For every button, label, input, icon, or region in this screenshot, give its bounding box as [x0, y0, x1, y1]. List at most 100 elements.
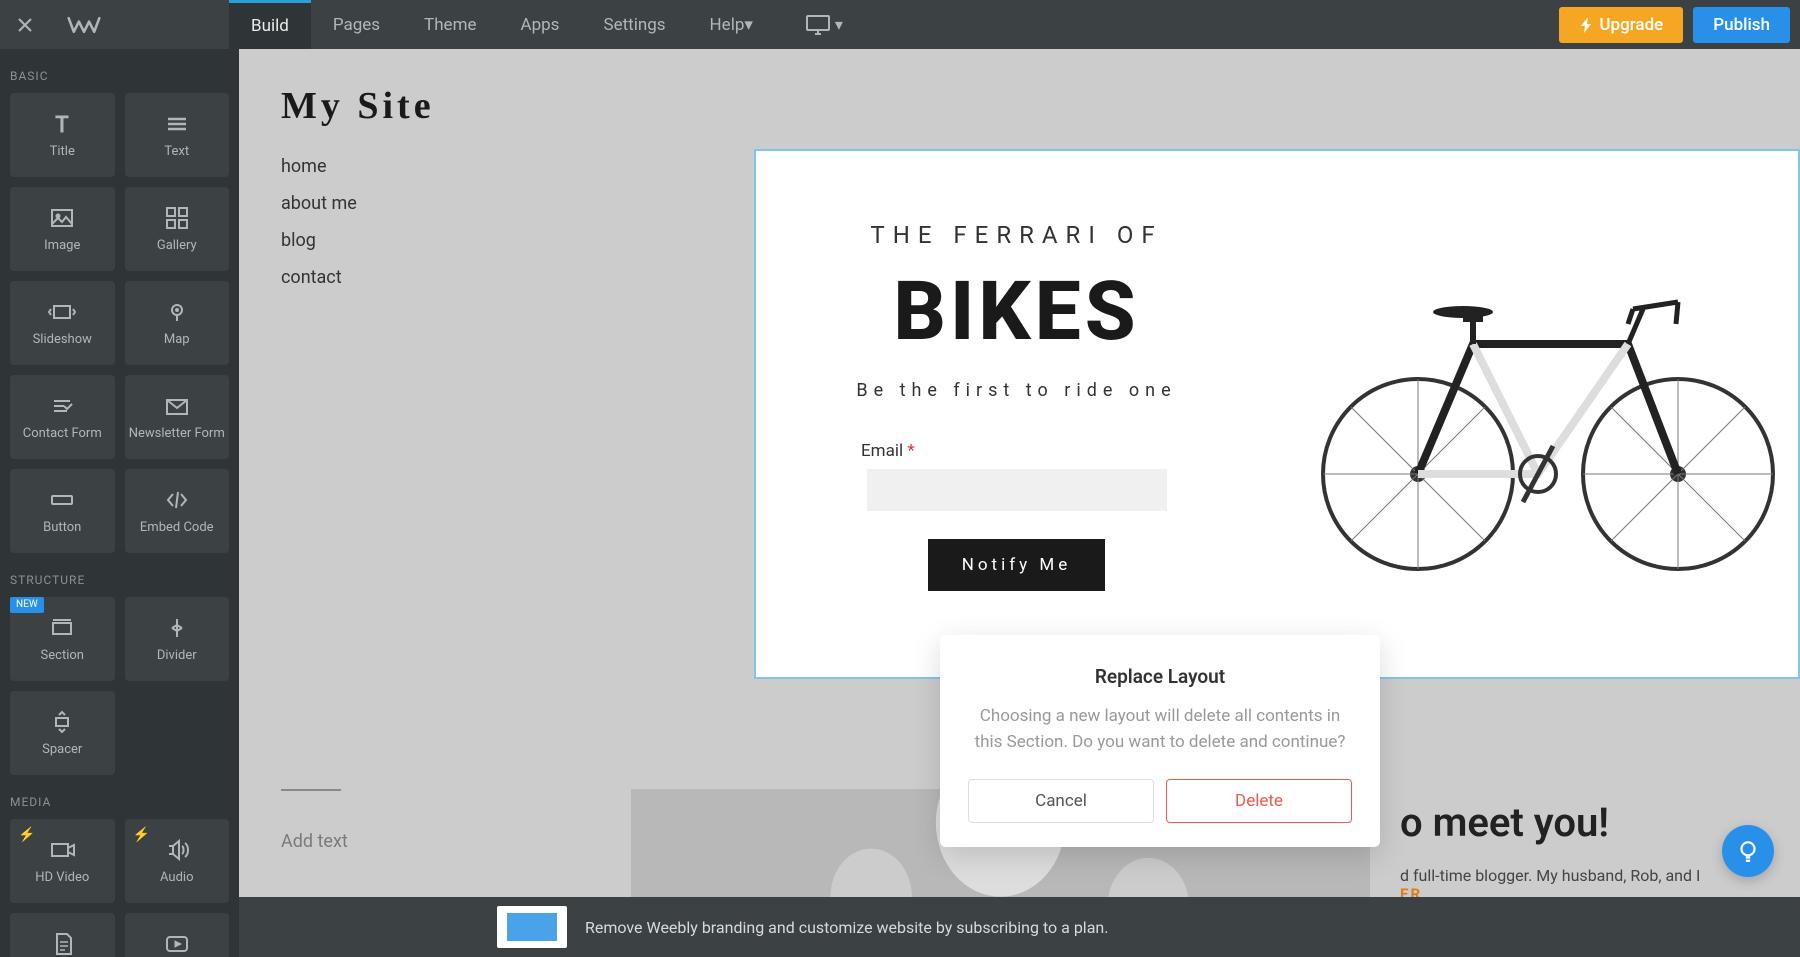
sidebar-tile-scribd[interactable]: Scribd Document [10, 913, 115, 957]
map-icon [163, 298, 191, 326]
newsletter-icon [163, 392, 191, 420]
tile-label: Text [164, 144, 189, 160]
tile-label: Contact Form [23, 426, 102, 442]
bike-icon [1298, 254, 1778, 574]
email-label-text: Email [861, 441, 903, 461]
device-preview-button[interactable]: ▾ [805, 14, 843, 36]
sidebar-section-title: STRUCTURE [0, 553, 239, 597]
bolt-icon: ⚡ [133, 827, 150, 844]
nav-theme[interactable]: Theme [402, 0, 498, 49]
sidebar-tile-image[interactable]: Image [10, 187, 115, 271]
nav-pages[interactable]: Pages [311, 0, 402, 49]
sidebar-tile-youtube[interactable]: YouTube [125, 913, 230, 957]
logo-icon [67, 13, 101, 37]
tile-label: Embed Code [140, 520, 214, 536]
gallery-icon [163, 204, 191, 232]
chevron-down-icon: ▾ [744, 15, 753, 35]
hero-title[interactable]: BIKES [893, 264, 1139, 360]
nav-apps[interactable]: Apps [499, 0, 582, 49]
svg-text:T: T [56, 113, 69, 138]
close-button[interactable] [0, 0, 49, 49]
close-icon [17, 17, 33, 33]
tile-label: Slideshow [33, 332, 92, 348]
footer-text: Remove Weebly branding and customize web… [585, 918, 1108, 937]
tile-label: Spacer [42, 742, 82, 758]
nav-settings[interactable]: Settings [581, 0, 687, 49]
sidebar-tile-contact[interactable]: Contact Form [10, 375, 115, 459]
monitor-icon [805, 14, 831, 36]
sidebar-tile-spacer[interactable]: Spacer [10, 691, 115, 775]
sidebar-tile-slideshow[interactable]: Slideshow [10, 281, 115, 365]
button-icon [48, 486, 76, 514]
tile-label: Title [50, 144, 75, 160]
modal-title: Replace Layout [968, 665, 1352, 688]
footer-banner: Remove Weebly branding and customize web… [239, 897, 1800, 957]
nav-help-label: Help [710, 15, 745, 35]
new-badge: NEW [10, 597, 44, 613]
hero-image[interactable] [1277, 151, 1798, 677]
tile-label: Image [44, 238, 80, 254]
sidebar-tile-newsletter[interactable]: Newsletter Form [125, 375, 230, 459]
delete-button[interactable]: Delete [1166, 779, 1352, 823]
text-icon [163, 110, 191, 138]
contact-icon [48, 392, 76, 420]
sidebar-section-title: BASIC [0, 49, 239, 93]
tile-label: Gallery [157, 238, 197, 254]
hero-subtitle[interactable]: THE FERRARI OF [870, 221, 1162, 249]
sidebar-tile-map[interactable]: Map [125, 281, 230, 365]
add-text-placeholder[interactable]: Add text [281, 831, 601, 852]
required-mark: * [907, 441, 914, 461]
weebly-logo[interactable] [49, 13, 119, 37]
youtube-icon [163, 930, 191, 957]
modal-buttons: Cancel Delete [968, 779, 1352, 823]
sidebar-tile-divider[interactable]: Divider [125, 597, 230, 681]
tile-label: Button [43, 520, 81, 536]
hero-tagline[interactable]: Be the first to ride one [856, 380, 1176, 401]
title-icon: T [48, 110, 76, 138]
sidebar-tile-audio[interactable]: ⚡ Audio [125, 819, 230, 903]
tile-label: Newsletter Form [129, 426, 225, 442]
email-input[interactable] [867, 469, 1167, 511]
sidebar-tile-section[interactable]: NEW Section [10, 597, 115, 681]
tile-label: Section [41, 648, 84, 664]
audio-icon [163, 836, 191, 864]
sidebar-tile-gallery[interactable]: Gallery [125, 187, 230, 271]
upgrade-label: Upgrade [1599, 15, 1663, 35]
publish-button[interactable]: Publish [1693, 7, 1790, 43]
sidebar-tile-hdvideo[interactable]: ⚡HD Video [10, 819, 115, 903]
footer-thumb[interactable] [497, 906, 567, 948]
notify-button[interactable]: Notify Me [928, 539, 1106, 591]
sidebar-tile-text[interactable]: Text [125, 93, 230, 177]
replace-layout-modal: Replace Layout Choosing a new layout wil… [940, 635, 1380, 847]
nav-build[interactable]: Build [229, 0, 311, 49]
slideshow-icon [48, 298, 76, 326]
code-icon [163, 486, 191, 514]
sidebar-section-title: MEDIA [0, 775, 239, 819]
section-icon [48, 614, 76, 642]
divider-icon [163, 614, 191, 642]
bolt-icon: ⚡ [18, 827, 35, 844]
spacer-icon [48, 708, 76, 736]
topbar-nav: Build Pages Theme Apps Settings Help ▾ [229, 0, 775, 49]
sidebar-tile-button[interactable]: Button [10, 469, 115, 553]
site-title[interactable]: My Site [239, 49, 1800, 148]
divider [281, 789, 341, 791]
sidebar-tile-title[interactable]: T Title [10, 93, 115, 177]
hero-content: THE FERRARI OF BIKES Be the first to rid… [756, 151, 1277, 677]
upgrade-button[interactable]: Upgrade [1559, 7, 1683, 43]
tile-label: Audio [160, 870, 193, 886]
modal-body: Choosing a new layout will delete all co… [968, 704, 1352, 755]
tile-label: Divider [157, 648, 197, 664]
image-icon [48, 204, 76, 232]
cancel-button[interactable]: Cancel [968, 779, 1154, 823]
scribd-icon [48, 930, 76, 957]
help-fab[interactable] [1722, 825, 1774, 877]
hero-section[interactable]: THE FERRARI OF BIKES Be the first to rid… [754, 149, 1800, 679]
hdvideo-icon [48, 836, 76, 864]
sidebar: BASIC T Title Text Image Gallery Slideshow Map C… [0, 49, 239, 957]
lightbulb-icon [1735, 838, 1761, 864]
nav-help[interactable]: Help ▾ [688, 0, 775, 49]
sidebar-tile-code[interactable]: Embed Code [125, 469, 230, 553]
topbar: Build Pages Theme Apps Settings Help ▾ ▾… [0, 0, 1800, 49]
email-label: Email * [861, 441, 915, 461]
